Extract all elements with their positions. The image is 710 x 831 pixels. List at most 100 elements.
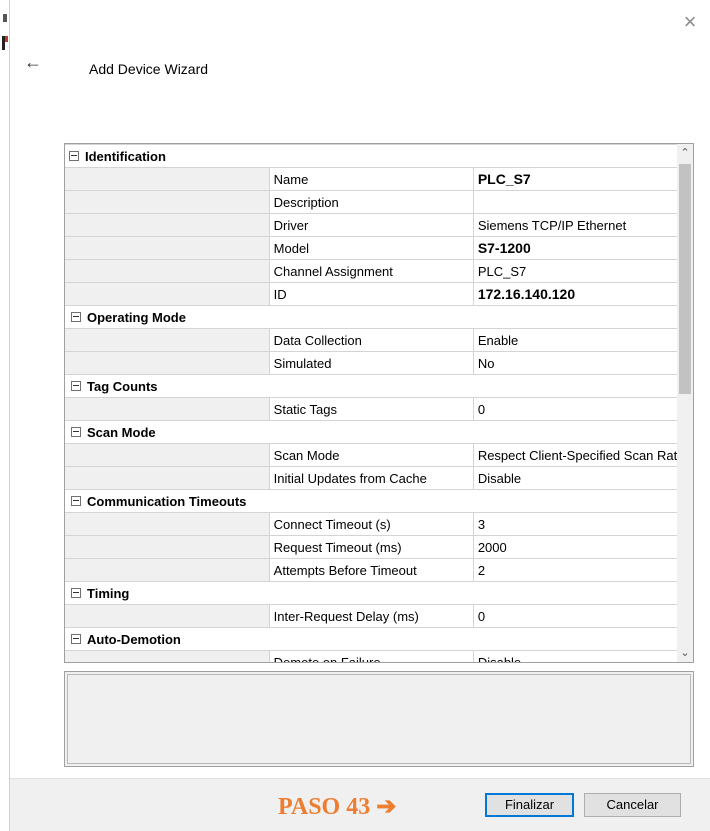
category-row[interactable]: Communication Timeouts xyxy=(65,489,678,513)
category-cell: Identification xyxy=(65,144,678,168)
property-value[interactable]: 3 xyxy=(472,512,679,536)
collapse-icon[interactable] xyxy=(69,150,79,161)
property-name: Request Timeout (ms) xyxy=(268,535,474,559)
property-name: ID xyxy=(268,282,474,306)
property-row[interactable]: Simulated No xyxy=(65,351,679,375)
property-value[interactable]: S7-1200 xyxy=(472,236,679,260)
category-cell: Communication Timeouts xyxy=(65,489,678,513)
collapse-icon[interactable] xyxy=(71,311,81,322)
category-row[interactable]: Scan Mode xyxy=(65,420,678,444)
property-value[interactable]: 2 xyxy=(472,558,679,582)
scrollbar-thumb[interactable] xyxy=(679,164,691,394)
collapse-icon[interactable] xyxy=(71,495,81,506)
property-row[interactable]: Static Tags 0 xyxy=(65,397,679,421)
category-row[interactable]: Identification xyxy=(65,144,678,168)
row-gutter xyxy=(65,512,270,536)
property-value[interactable]: Enable xyxy=(472,328,679,352)
row-gutter xyxy=(65,397,270,421)
row-gutter xyxy=(65,167,270,191)
category-row[interactable]: Auto-Demotion xyxy=(65,627,678,651)
property-name: Static Tags xyxy=(268,397,474,421)
property-row[interactable]: Initial Updates from Cache Disable xyxy=(65,466,679,490)
category-cell: Tag Counts xyxy=(65,374,678,398)
property-row[interactable]: Description xyxy=(65,190,679,214)
property-row[interactable]: Name PLC_S7 xyxy=(65,167,679,191)
property-name: Data Collection xyxy=(268,328,474,352)
finish-button[interactable]: Finalizar xyxy=(485,793,574,817)
category-cell: Scan Mode xyxy=(65,420,678,444)
property-value[interactable]: PLC_S7 xyxy=(472,259,679,283)
collapse-icon[interactable] xyxy=(71,633,81,644)
property-value[interactable]: No xyxy=(472,351,679,375)
property-row[interactable]: Attempts Before Timeout 2 xyxy=(65,558,679,582)
row-gutter xyxy=(65,443,270,467)
property-name: Attempts Before Timeout xyxy=(268,558,474,582)
property-grid-scrollbar[interactable]: ⌃ ⌄ xyxy=(677,144,693,662)
category-label: Auto-Demotion xyxy=(87,632,181,648)
row-gutter xyxy=(65,328,270,352)
wizard-footer: PASO 43 ➔ Finalizar Cancelar xyxy=(10,778,710,831)
row-gutter xyxy=(65,558,270,582)
property-value[interactable]: PLC_S7 xyxy=(472,167,679,191)
background-window-edge xyxy=(0,0,10,831)
property-row[interactable]: Demote on Failure Disable xyxy=(65,650,679,662)
row-gutter xyxy=(65,190,270,214)
row-gutter xyxy=(65,351,270,375)
category-cell: Operating Mode xyxy=(65,305,678,329)
property-row[interactable]: Channel Assignment PLC_S7 xyxy=(65,259,679,283)
back-arrow-icon[interactable]: ← xyxy=(24,53,42,71)
property-value[interactable]: Siemens TCP/IP Ethernet xyxy=(472,213,679,237)
scroll-down-icon[interactable]: ⌄ xyxy=(677,646,693,662)
wizard-title: Add Device Wizard xyxy=(89,61,209,77)
category-row[interactable]: Operating Mode xyxy=(65,305,678,329)
row-gutter xyxy=(65,259,270,283)
row-gutter xyxy=(65,213,270,237)
row-gutter xyxy=(65,650,270,662)
property-value[interactable]: 0 xyxy=(472,397,679,421)
row-gutter xyxy=(65,236,270,260)
property-value[interactable]: 2000 xyxy=(472,535,679,559)
category-label: Scan Mode xyxy=(87,425,156,441)
property-grid: Identification Name PLC_S7 Description Drive… xyxy=(64,143,694,663)
property-name: Initial Updates from Cache xyxy=(268,466,474,490)
property-name: Demote on Failure xyxy=(268,650,474,662)
property-description-panel xyxy=(64,671,694,767)
property-row[interactable]: Request Timeout (ms) 2000 xyxy=(65,535,679,559)
close-icon[interactable]: × xyxy=(680,11,700,33)
category-row[interactable]: Timing xyxy=(65,581,678,605)
property-row[interactable]: ID 172.16.140.120 xyxy=(65,282,679,306)
cancel-button[interactable]: Cancelar xyxy=(584,793,681,817)
property-row[interactable]: Data Collection Enable xyxy=(65,328,679,352)
property-value[interactable]: 0 xyxy=(472,604,679,628)
category-label: Communication Timeouts xyxy=(87,494,247,510)
description-area xyxy=(67,674,691,764)
property-name: Model xyxy=(268,236,474,260)
property-value[interactable]: 172.16.140.120 xyxy=(472,282,679,306)
property-row[interactable]: Scan Mode Respect Client-Specified Scan R… xyxy=(65,443,679,467)
property-value[interactable]: Respect Client-Specified Scan Rate xyxy=(472,443,679,467)
category-row[interactable]: Tag Counts xyxy=(65,374,678,398)
property-name: Inter-Request Delay (ms) xyxy=(268,604,474,628)
property-name: Connect Timeout (s) xyxy=(268,512,474,536)
property-name: Simulated xyxy=(268,351,474,375)
category-label: Timing xyxy=(87,586,130,602)
property-name: Description xyxy=(268,190,474,214)
property-value[interactable]: Disable xyxy=(472,650,679,662)
property-value[interactable] xyxy=(472,190,679,214)
scroll-up-icon[interactable]: ⌃ xyxy=(677,144,693,160)
property-row[interactable]: Model S7-1200 xyxy=(65,236,679,260)
category-cell: Timing xyxy=(65,581,678,605)
property-name: Scan Mode xyxy=(268,443,474,467)
property-row[interactable]: Driver Siemens TCP/IP Ethernet xyxy=(65,213,679,237)
collapse-icon[interactable] xyxy=(71,587,81,598)
property-name: Name xyxy=(268,167,474,191)
category-label: Operating Mode xyxy=(87,310,186,326)
category-cell: Auto-Demotion xyxy=(65,627,678,651)
property-value[interactable]: Disable xyxy=(472,466,679,490)
property-row[interactable]: Inter-Request Delay (ms) 0 xyxy=(65,604,679,628)
add-device-wizard-dialog: × ← Add Device Wizard Identification Name… xyxy=(10,0,710,831)
property-name: Driver xyxy=(268,213,474,237)
collapse-icon[interactable] xyxy=(71,426,81,437)
property-row[interactable]: Connect Timeout (s) 3 xyxy=(65,512,679,536)
collapse-icon[interactable] xyxy=(71,380,81,391)
